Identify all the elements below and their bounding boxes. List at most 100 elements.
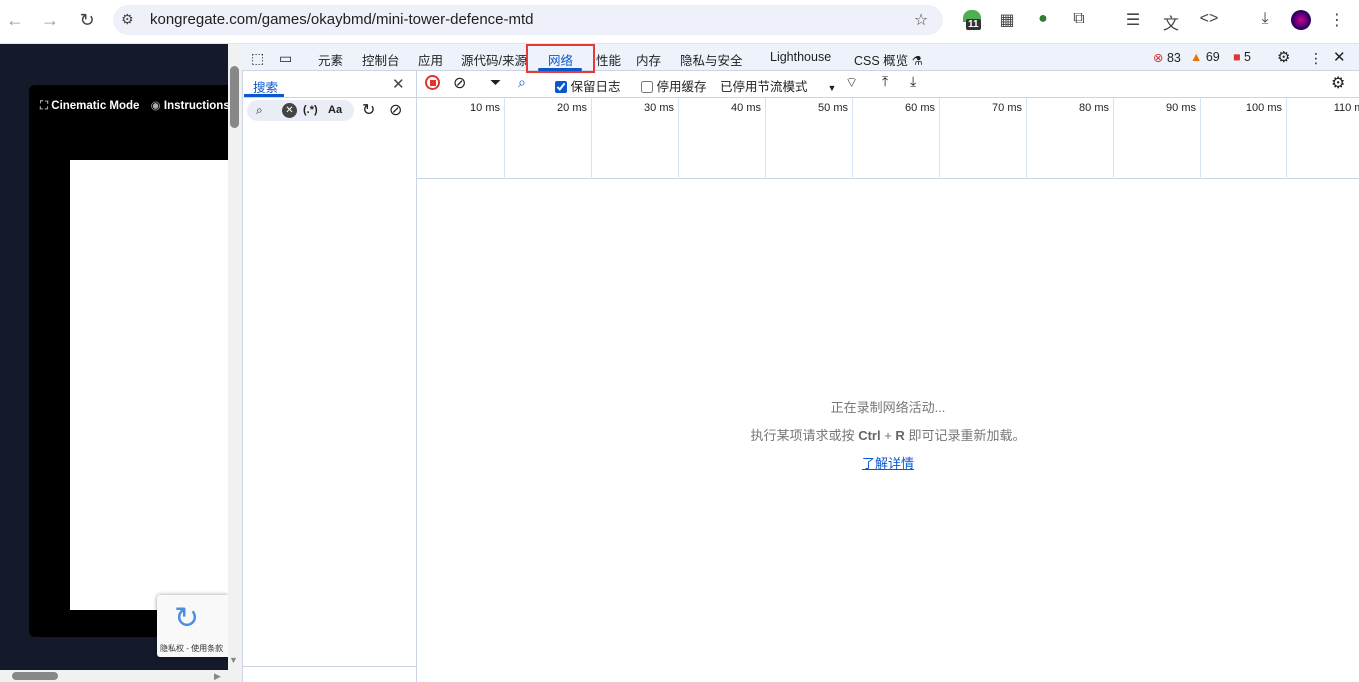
translate-icon[interactable]: 文 xyxy=(1160,10,1182,34)
profile-avatar[interactable] xyxy=(1291,10,1311,30)
timeline-tick-label: 80 ms xyxy=(1079,102,1109,114)
disable-cache-checkbox[interactable]: 停用缓存 xyxy=(641,76,707,95)
instructions-button[interactable]: Instructions xyxy=(164,100,230,112)
search-icon: ⌕ xyxy=(256,103,263,117)
page-vertical-scrollbar[interactable] xyxy=(228,44,242,670)
hint-text: 执行某项请求或按 xyxy=(750,428,855,443)
close-search-icon[interactable]: ✕ xyxy=(392,75,405,93)
search-toggle-icon[interactable]: ⌕ xyxy=(518,74,526,91)
refresh-search-icon[interactable]: ↻ xyxy=(362,100,375,120)
site-info-icon[interactable]: ⚙ xyxy=(121,11,134,28)
error-counter[interactable]: ⊗ 83 xyxy=(1153,50,1181,65)
devtools-close-icon[interactable]: ✕ xyxy=(1333,48,1346,66)
preserve-log-label: 保留日志 xyxy=(570,80,621,94)
scroll-right-arrow[interactable]: ▶ xyxy=(214,671,221,682)
timeline-tick-label: 20 ms xyxy=(557,102,587,114)
record-button[interactable] xyxy=(425,75,440,90)
timeline-tick-label: 60 ms xyxy=(905,102,935,114)
tab-application[interactable]: 应用 xyxy=(418,50,443,69)
browser-menu-icon[interactable]: ⋮ xyxy=(1326,10,1348,30)
issue-count: 5 xyxy=(1244,50,1251,64)
preserve-log-checkbox[interactable]: 保留日志 xyxy=(555,76,621,95)
qr-code-icon[interactable]: ▦ xyxy=(996,10,1018,30)
disable-cache-label: 停用缓存 xyxy=(656,80,707,94)
timeline-gridline xyxy=(852,98,853,179)
clear-log-icon[interactable]: ⊘ xyxy=(453,73,466,93)
page-horizontal-scrollbar[interactable] xyxy=(0,670,242,682)
inspect-element-icon[interactable]: ⬚ xyxy=(251,50,264,67)
timeline-tick-label: 100 ms xyxy=(1245,102,1282,114)
recaptcha-terms[interactable]: 隐私权 - 使用条款 xyxy=(160,643,223,654)
hint-text-end: 即可记录重新加载。 xyxy=(908,428,1026,443)
timeline-tick-label: 30 ms xyxy=(644,102,674,114)
scroll-down-arrow[interactable]: ▼ xyxy=(229,655,238,665)
extension-icon[interactable]: 11 xyxy=(963,10,985,32)
downloader-extension-icon[interactable]: ● xyxy=(1032,10,1054,28)
reading-list-icon[interactable]: ☰ xyxy=(1122,10,1144,30)
match-case-toggle[interactable]: Aa xyxy=(328,104,342,116)
devtools-settings-icon[interactable]: ⚙ xyxy=(1277,48,1290,66)
tab-lighthouse[interactable]: Lighthouse xyxy=(770,50,831,64)
search-panel xyxy=(242,71,417,682)
instructions-icon: ◉ xyxy=(150,100,161,112)
tab-css-overview[interactable]: CSS 概览 ⚗ xyxy=(854,50,923,69)
url-text[interactable]: kongregate.com/games/okaybmd/mini-tower-… xyxy=(150,11,534,28)
reload-hint: 执行某项请求或按 Ctrl + R 即可记录重新加载。 xyxy=(417,425,1359,444)
timeline-gridline xyxy=(678,98,679,179)
tab-elements[interactable]: 元素 xyxy=(318,50,343,69)
tab-privacy-security[interactable]: 隐私与安全 xyxy=(680,50,743,69)
learn-more-link[interactable]: 了解详情 xyxy=(862,456,914,471)
tab-css-overview-label: CSS 概览 xyxy=(854,54,909,68)
timeline-gridline xyxy=(591,98,592,179)
throttling-value: 已停用节流模式 xyxy=(720,80,808,94)
network-settings-icon[interactable]: ⚙ xyxy=(1331,73,1345,93)
warning-icon: ▲ xyxy=(1190,50,1203,64)
error-icon: ⊗ xyxy=(1153,51,1164,65)
devtools-menu-icon[interactable]: ⋮ xyxy=(1309,50,1323,67)
tab-memory[interactable]: 内存 xyxy=(636,50,661,69)
timeline-gridline xyxy=(939,98,940,179)
timeline-gridline xyxy=(504,98,505,179)
tab-console[interactable]: 控制台 xyxy=(362,50,400,69)
issues-counter[interactable]: ■ 5 xyxy=(1233,50,1251,64)
preserve-log-check[interactable] xyxy=(555,81,567,93)
code-icon[interactable]: <> xyxy=(1198,10,1220,28)
tab-performance[interactable]: 性能 xyxy=(596,50,621,69)
extension-badge: 11 xyxy=(966,19,981,30)
timeline-gridline xyxy=(1026,98,1027,179)
scroll-thumb[interactable] xyxy=(12,672,58,680)
recaptcha-badge[interactable]: ↻ 隐私权 - 使用条款 xyxy=(157,595,228,657)
regex-toggle[interactable]: (.*) xyxy=(303,104,318,116)
timeline-tick-label: 110 ms xyxy=(1333,102,1359,114)
ctrl-key: Ctrl xyxy=(858,428,881,443)
clear-search-icon[interactable]: ✕ xyxy=(282,103,297,118)
extensions-puzzle-icon[interactable]: ⧉ xyxy=(1068,10,1090,28)
scroll-thumb[interactable] xyxy=(230,66,239,128)
filter-icon[interactable]: ⏷ xyxy=(490,74,501,91)
forward-button[interactable]: → xyxy=(38,10,62,31)
chevron-down-icon: ▼ xyxy=(827,83,837,93)
cinematic-mode-button[interactable]: Cinematic Mode xyxy=(51,100,139,112)
timeline-gridline xyxy=(765,98,766,179)
flask-icon: ⚗ xyxy=(911,54,923,68)
bookmark-star-icon[interactable]: ☆ xyxy=(910,10,932,30)
timeline-gridline xyxy=(1113,98,1114,179)
warning-counter[interactable]: ▲ 69 xyxy=(1190,50,1220,64)
game-canvas[interactable] xyxy=(70,160,228,610)
timeline-tick-label: 70 ms xyxy=(992,102,1022,114)
timeline-tick-label: 40 ms xyxy=(731,102,761,114)
cinematic-icon: ⛶ xyxy=(40,100,49,112)
recording-message: 正在录制网络活动... xyxy=(830,400,946,415)
error-count: 83 xyxy=(1166,51,1181,65)
back-button[interactable]: ← xyxy=(3,10,27,31)
throttling-select[interactable]: 已停用节流模式 ▼ xyxy=(720,76,836,95)
clear-results-icon[interactable]: ⊘ xyxy=(389,100,402,120)
network-conditions-icon[interactable]: ⌔ xyxy=(845,74,858,92)
disable-cache-check[interactable] xyxy=(641,81,653,93)
tab-sources[interactable]: 源代码/来源 xyxy=(461,50,527,69)
export-har-icon[interactable]: ⤓ xyxy=(910,73,916,90)
device-toolbar-icon[interactable]: ▭ xyxy=(279,50,292,67)
import-har-icon[interactable]: ⤒ xyxy=(882,73,888,90)
download-icon[interactable]: ⤓ xyxy=(1254,10,1276,28)
reload-button[interactable]: ↻ xyxy=(75,10,99,31)
